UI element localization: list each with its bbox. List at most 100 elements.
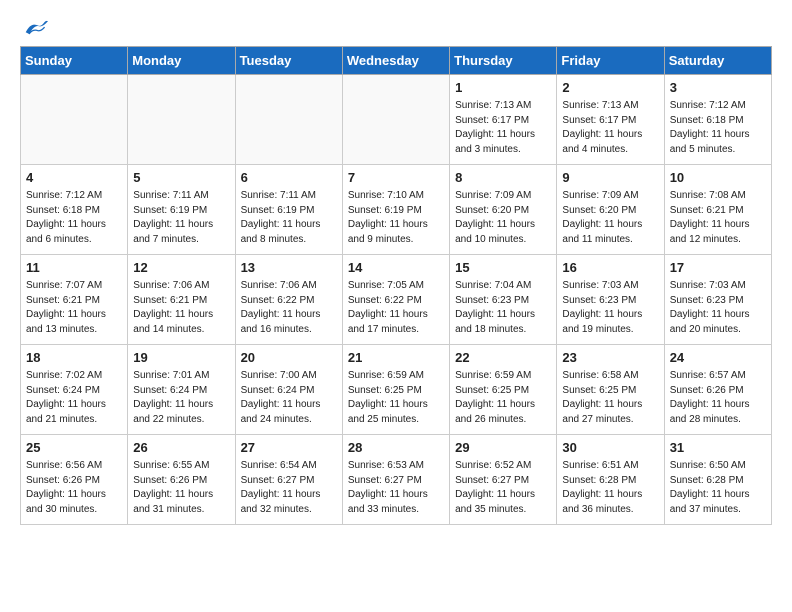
day-info: Sunrise: 7:03 AMSunset: 6:23 PMDaylight:… — [670, 279, 766, 337]
day-info: Sunrise: 7:08 AMSunset: 6:21 PMDaylight:… — [670, 189, 766, 247]
day-number: 1 — [455, 79, 551, 97]
weekday-header-tuesday: Tuesday — [235, 47, 342, 75]
day-number: 16 — [562, 259, 658, 277]
day-number: 18 — [26, 349, 122, 367]
day-info: Sunrise: 6:59 AMSunset: 6:25 PMDaylight:… — [348, 369, 444, 427]
day-number: 28 — [348, 439, 444, 457]
day-info: Sunrise: 6:51 AMSunset: 6:28 PMDaylight:… — [562, 459, 658, 517]
day-info: Sunrise: 7:06 AMSunset: 6:22 PMDaylight:… — [241, 279, 337, 337]
day-info: Sunrise: 7:07 AMSunset: 6:21 PMDaylight:… — [26, 279, 122, 337]
calendar-cell: 24Sunrise: 6:57 AMSunset: 6:26 PMDayligh… — [664, 345, 771, 435]
weekday-header-thursday: Thursday — [450, 47, 557, 75]
day-info: Sunrise: 7:05 AMSunset: 6:22 PMDaylight:… — [348, 279, 444, 337]
day-info: Sunrise: 7:06 AMSunset: 6:21 PMDaylight:… — [133, 279, 229, 337]
day-info: Sunrise: 6:58 AMSunset: 6:25 PMDaylight:… — [562, 369, 658, 427]
day-info: Sunrise: 6:57 AMSunset: 6:26 PMDaylight:… — [670, 369, 766, 427]
day-number: 26 — [133, 439, 229, 457]
calendar-cell: 27Sunrise: 6:54 AMSunset: 6:27 PMDayligh… — [235, 435, 342, 525]
day-info: Sunrise: 7:12 AMSunset: 6:18 PMDaylight:… — [26, 189, 122, 247]
logo-bird-icon — [24, 20, 48, 36]
day-number: 8 — [455, 169, 551, 187]
day-info: Sunrise: 6:55 AMSunset: 6:26 PMDaylight:… — [133, 459, 229, 517]
day-info: Sunrise: 7:13 AMSunset: 6:17 PMDaylight:… — [455, 99, 551, 157]
day-number: 9 — [562, 169, 658, 187]
calendar-cell: 9 Sunrise: 7:09 AMSunset: 6:20 PMDaylight… — [557, 165, 664, 255]
calendar-cell: 1 Sunrise: 7:13 AMSunset: 6:17 PMDaylight… — [450, 75, 557, 165]
day-number: 17 — [670, 259, 766, 277]
calendar-cell — [21, 75, 128, 165]
calendar-cell: 6 Sunrise: 7:11 AMSunset: 6:19 PMDaylight… — [235, 165, 342, 255]
day-info: Sunrise: 7:11 AMSunset: 6:19 PMDaylight:… — [241, 189, 337, 247]
logo — [20, 20, 48, 36]
calendar-cell: 28Sunrise: 6:53 AMSunset: 6:27 PMDayligh… — [342, 435, 449, 525]
calendar-cell: 5Sunrise: 7:11 AMSunset: 6:19 PMDaylight… — [128, 165, 235, 255]
calendar-cell — [128, 75, 235, 165]
calendar-cell: 25 Sunrise: 6:56 AMSunset: 6:26 PMDayligh… — [21, 435, 128, 525]
calendar-week-1: 1 Sunrise: 7:13 AMSunset: 6:17 PMDaylight… — [21, 75, 772, 165]
day-number: 4 — [26, 169, 122, 187]
day-info: Sunrise: 7:09 AMSunset: 6:20 PMDaylight:… — [455, 189, 551, 247]
calendar-cell: 22 Sunrise: 6:59 AMSunset: 6:25 PMDayligh… — [450, 345, 557, 435]
calendar-cell — [342, 75, 449, 165]
day-info: Sunrise: 6:56 AMSunset: 6:26 PMDaylight:… — [26, 459, 122, 517]
calendar-cell: 17 Sunrise: 7:03 AMSunset: 6:23 PMDayligh… — [664, 255, 771, 345]
calendar-cell: 21Sunrise: 6:59 AMSunset: 6:25 PMDayligh… — [342, 345, 449, 435]
calendar-cell: 11 Sunrise: 7:07 AMSunset: 6:21 PMDayligh… — [21, 255, 128, 345]
day-number: 19 — [133, 349, 229, 367]
calendar-cell: 12 Sunrise: 7:06 AMSunset: 6:21 PMDayligh… — [128, 255, 235, 345]
calendar-week-3: 11 Sunrise: 7:07 AMSunset: 6:21 PMDayligh… — [21, 255, 772, 345]
day-number: 5 — [133, 169, 229, 187]
weekday-header-wednesday: Wednesday — [342, 47, 449, 75]
day-info: Sunrise: 7:13 AMSunset: 6:17 PMDaylight:… — [562, 99, 658, 157]
day-number: 15 — [455, 259, 551, 277]
calendar-week-4: 18 Sunrise: 7:02 AMSunset: 6:24 PMDayligh… — [21, 345, 772, 435]
day-number: 20 — [241, 349, 337, 367]
day-number: 7 — [348, 169, 444, 187]
calendar-week-5: 25 Sunrise: 6:56 AMSunset: 6:26 PMDayligh… — [21, 435, 772, 525]
day-info: Sunrise: 7:02 AMSunset: 6:24 PMDaylight:… — [26, 369, 122, 427]
calendar-cell: 7 Sunrise: 7:10 AMSunset: 6:19 PMDaylight… — [342, 165, 449, 255]
calendar-cell: 15 Sunrise: 7:04 AMSunset: 6:23 PMDayligh… — [450, 255, 557, 345]
day-number: 31 — [670, 439, 766, 457]
day-number: 10 — [670, 169, 766, 187]
page-header — [20, 20, 772, 36]
day-info: Sunrise: 7:10 AMSunset: 6:19 PMDaylight:… — [348, 189, 444, 247]
day-number: 6 — [241, 169, 337, 187]
calendar-cell: 16 Sunrise: 7:03 AMSunset: 6:23 PMDayligh… — [557, 255, 664, 345]
calendar-cell: 19 Sunrise: 7:01 AMSunset: 6:24 PMDayligh… — [128, 345, 235, 435]
calendar-cell: 3 Sunrise: 7:12 AMSunset: 6:18 PMDaylight… — [664, 75, 771, 165]
day-number: 22 — [455, 349, 551, 367]
calendar-cell: 14 Sunrise: 7:05 AMSunset: 6:22 PMDayligh… — [342, 255, 449, 345]
day-number: 13 — [241, 259, 337, 277]
day-info: Sunrise: 7:09 AMSunset: 6:20 PMDaylight:… — [562, 189, 658, 247]
day-info: Sunrise: 6:59 AMSunset: 6:25 PMDaylight:… — [455, 369, 551, 427]
day-number: 30 — [562, 439, 658, 457]
day-info: Sunrise: 7:12 AMSunset: 6:18 PMDaylight:… — [670, 99, 766, 157]
day-info: Sunrise: 7:01 AMSunset: 6:24 PMDaylight:… — [133, 369, 229, 427]
calendar-cell: 30 Sunrise: 6:51 AMSunset: 6:28 PMDayligh… — [557, 435, 664, 525]
day-number: 25 — [26, 439, 122, 457]
calendar-cell: 26 Sunrise: 6:55 AMSunset: 6:26 PMDayligh… — [128, 435, 235, 525]
day-number: 2 — [562, 79, 658, 97]
calendar-table: SundayMondayTuesdayWednesdayThursdayFrid… — [20, 46, 772, 525]
calendar-cell: 23 Sunrise: 6:58 AMSunset: 6:25 PMDayligh… — [557, 345, 664, 435]
weekday-header-monday: Monday — [128, 47, 235, 75]
day-number: 12 — [133, 259, 229, 277]
day-number: 23 — [562, 349, 658, 367]
calendar-cell: 4 Sunrise: 7:12 AMSunset: 6:18 PMDaylight… — [21, 165, 128, 255]
day-info: Sunrise: 7:00 AMSunset: 6:24 PMDaylight:… — [241, 369, 337, 427]
calendar-cell: 2 Sunrise: 7:13 AMSunset: 6:17 PMDaylight… — [557, 75, 664, 165]
calendar-cell — [235, 75, 342, 165]
weekday-header-sunday: Sunday — [21, 47, 128, 75]
calendar-week-2: 4 Sunrise: 7:12 AMSunset: 6:18 PMDaylight… — [21, 165, 772, 255]
day-number: 14 — [348, 259, 444, 277]
weekday-header-friday: Friday — [557, 47, 664, 75]
calendar-cell: 20 Sunrise: 7:00 AMSunset: 6:24 PMDayligh… — [235, 345, 342, 435]
day-info: Sunrise: 7:03 AMSunset: 6:23 PMDaylight:… — [562, 279, 658, 337]
weekday-header-saturday: Saturday — [664, 47, 771, 75]
day-number: 11 — [26, 259, 122, 277]
day-number: 3 — [670, 79, 766, 97]
calendar-cell: 29Sunrise: 6:52 AMSunset: 6:27 PMDayligh… — [450, 435, 557, 525]
calendar-cell: 31Sunrise: 6:50 AMSunset: 6:28 PMDayligh… — [664, 435, 771, 525]
day-info: Sunrise: 7:04 AMSunset: 6:23 PMDaylight:… — [455, 279, 551, 337]
